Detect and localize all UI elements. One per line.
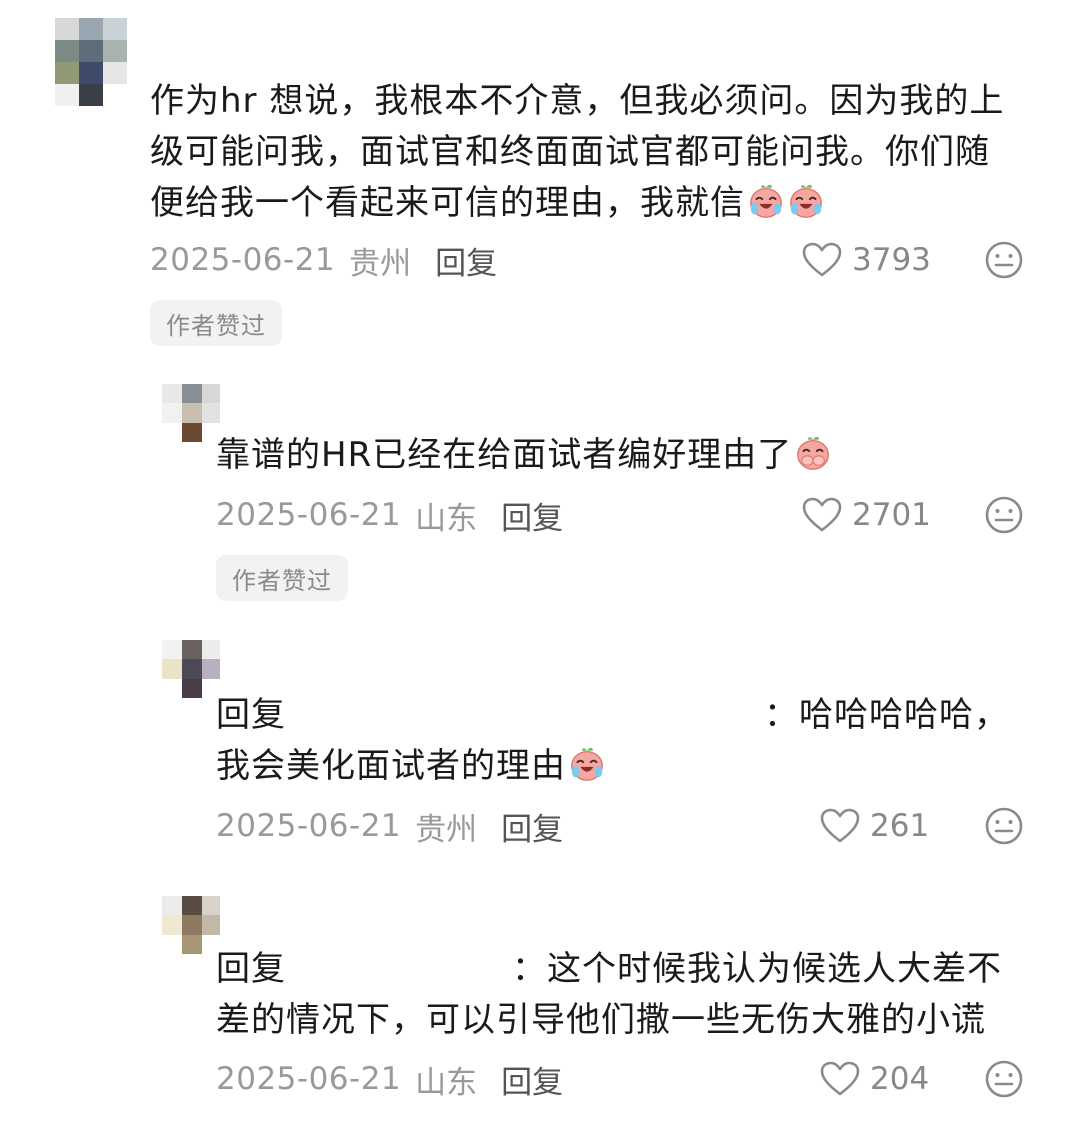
like-button[interactable]: 3793 <box>802 238 931 282</box>
comment-date: 2025-06-21 <box>216 1061 402 1097</box>
comment-text: 作为hr 想说，我根本不介意，但我必须问。因为我的上 级可能问我，面试官和终面面… <box>150 76 1050 229</box>
comment-text-segment: 这个时候我认为候选人大差不 <box>547 949 1002 989</box>
reply-button[interactable]: 回复 <box>501 804 563 849</box>
cover-mouth-laugh-icon <box>794 434 832 472</box>
comment-text-segment: 哈哈哈哈哈， <box>799 695 1009 735</box>
comment-text: 靠谱的HR已经在给面试者编好理由了 <box>216 430 1046 481</box>
reply-prefix: 回复 <box>216 695 286 735</box>
comment-location: 贵州 <box>349 245 412 282</box>
like-button[interactable]: 261 <box>820 804 929 848</box>
avatar[interactable] <box>162 896 220 954</box>
comment-text-line: 回复 ：这个时候我认为候选人大差不 <box>216 944 1046 995</box>
crying-laugh-icon <box>568 745 606 783</box>
heart-icon <box>820 808 860 844</box>
comment-text-line: 回复 ：哈哈哈哈哈， <box>216 690 1046 741</box>
crying-laugh-icon <box>747 182 785 220</box>
more-options-icon[interactable] <box>984 495 1024 535</box>
comment-meta: 2025-06-21 山东 回复 <box>216 1057 563 1101</box>
comment-date: 2025-06-21 <box>216 808 402 844</box>
comment-text-line: 便给我一个看起来可信的理由，我就信 <box>150 178 1050 229</box>
author-liked-badge: 作者赞过 <box>216 555 348 601</box>
comment-text-line: 我会美化面试者的理由 <box>216 741 1046 792</box>
comment-text: 回复 ：这个时候我认为候选人大差不 差的情况下，可以引导他们撒一些无伤大雅的小谎 <box>216 944 1046 1046</box>
comment-text-line: 级可能问我，面试官和终面面试官都可能问我。你们随 <box>150 132 990 172</box>
avatar[interactable] <box>162 384 220 442</box>
author-liked-badge: 作者赞过 <box>150 300 282 346</box>
reply-separator: ： <box>764 695 799 735</box>
more-options-icon[interactable] <box>984 1059 1024 1099</box>
comment-location: 贵州 <box>415 811 478 848</box>
crying-laugh-icon <box>787 182 825 220</box>
comment-date: 2025-06-21 <box>150 242 336 278</box>
heart-icon <box>802 497 842 533</box>
comment-meta: 2025-06-21 贵州 回复 <box>150 238 497 282</box>
comment-meta: 2025-06-21 贵州 回复 <box>216 804 563 848</box>
comment-text-segment: 我会美化面试者的理由 <box>216 746 566 786</box>
reply-button[interactable]: 回复 <box>501 1057 563 1102</box>
comment-meta: 2025-06-21 山东 回复 <box>216 493 563 537</box>
comment-text-line: 作为hr 想说，我根本不介意，但我必须问。因为我的上 <box>150 81 1005 121</box>
more-options-icon[interactable] <box>984 806 1024 846</box>
comment-location: 山东 <box>415 1064 478 1101</box>
comment-date: 2025-06-21 <box>216 497 402 533</box>
reply-separator: ： <box>512 949 547 989</box>
comment-text: 回复 ：哈哈哈哈哈， 我会美化面试者的理由 <box>216 690 1046 792</box>
avatar[interactable] <box>55 18 127 106</box>
reply-prefix: 回复 <box>216 949 286 989</box>
reply-button[interactable]: 回复 <box>501 493 563 538</box>
comment-text-line: 差的情况下，可以引导他们撒一些无伤大雅的小谎 <box>216 1000 986 1040</box>
more-options-icon[interactable] <box>984 240 1024 280</box>
heart-icon <box>802 242 842 278</box>
like-count: 3793 <box>852 242 931 278</box>
comment-text-segment: 靠谱的HR已经在给面试者编好理由了 <box>216 435 793 475</box>
like-button[interactable]: 204 <box>820 1057 929 1101</box>
comment-location: 山东 <box>415 500 478 537</box>
avatar[interactable] <box>162 640 220 698</box>
like-count: 204 <box>870 1061 930 1097</box>
like-count: 2701 <box>852 497 931 533</box>
comment-text-segment: 便给我一个看起来可信的理由，我就信 <box>150 183 745 223</box>
reply-button[interactable]: 回复 <box>435 238 497 283</box>
heart-icon <box>820 1061 860 1097</box>
like-count: 261 <box>870 808 930 844</box>
like-button[interactable]: 2701 <box>802 493 931 537</box>
